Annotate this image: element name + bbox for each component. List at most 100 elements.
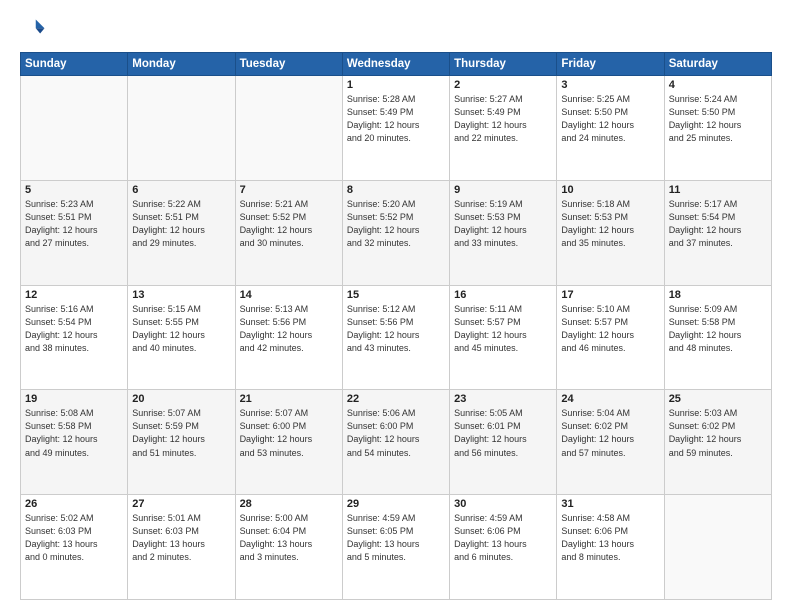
day-info: Sunrise: 5:22 AM Sunset: 5:51 PM Dayligh… <box>132 198 230 250</box>
calendar-cell: 18 Sunrise: 5:09 AM Sunset: 5:58 PM Dayli… <box>664 285 771 390</box>
calendar-header-monday: Monday <box>128 53 235 76</box>
day-info: Sunrise: 5:19 AM Sunset: 5:53 PM Dayligh… <box>454 198 552 250</box>
day-number: 25 <box>669 393 767 405</box>
calendar-week-2: 5 Sunrise: 5:23 AM Sunset: 5:51 PM Daylig… <box>21 180 772 285</box>
calendar-cell: 13 Sunrise: 5:15 AM Sunset: 5:55 PM Dayli… <box>128 285 235 390</box>
day-number: 4 <box>669 79 767 91</box>
day-number: 7 <box>240 184 338 196</box>
day-info: Sunrise: 5:25 AM Sunset: 5:50 PM Dayligh… <box>561 93 659 145</box>
day-number: 13 <box>132 289 230 301</box>
day-number: 22 <box>347 393 445 405</box>
day-number: 8 <box>347 184 445 196</box>
day-number: 26 <box>25 498 123 510</box>
calendar-cell: 25 Sunrise: 5:03 AM Sunset: 6:02 PM Dayli… <box>664 390 771 495</box>
day-info: Sunrise: 5:15 AM Sunset: 5:55 PM Dayligh… <box>132 303 230 355</box>
day-number: 17 <box>561 289 659 301</box>
calendar-header-sunday: Sunday <box>21 53 128 76</box>
day-info: Sunrise: 5:10 AM Sunset: 5:57 PM Dayligh… <box>561 303 659 355</box>
day-number: 20 <box>132 393 230 405</box>
calendar-cell: 28 Sunrise: 5:00 AM Sunset: 6:04 PM Dayli… <box>235 495 342 600</box>
calendar-cell: 24Sunrise: 5:04 AM Sunset: 6:02 PM Dayli… <box>557 390 664 495</box>
calendar-header-row: SundayMondayTuesdayWednesdayThursdayFrid… <box>21 53 772 76</box>
day-number: 2 <box>454 79 552 91</box>
day-info: Sunrise: 5:05 AM Sunset: 6:01 PM Dayligh… <box>454 407 552 459</box>
day-info: Sunrise: 5:17 AM Sunset: 5:54 PM Dayligh… <box>669 198 767 250</box>
calendar-table: SundayMondayTuesdayWednesdayThursdayFrid… <box>20 52 772 600</box>
day-info: Sunrise: 4:59 AM Sunset: 6:06 PM Dayligh… <box>454 512 552 564</box>
day-info: Sunrise: 5:28 AM Sunset: 5:49 PM Dayligh… <box>347 93 445 145</box>
day-number: 15 <box>347 289 445 301</box>
day-number: 14 <box>240 289 338 301</box>
calendar-header-saturday: Saturday <box>664 53 771 76</box>
day-info: Sunrise: 5:09 AM Sunset: 5:58 PM Dayligh… <box>669 303 767 355</box>
day-number: 31 <box>561 498 659 510</box>
calendar-cell: 7 Sunrise: 5:21 AM Sunset: 5:52 PM Daylig… <box>235 180 342 285</box>
day-number: 16 <box>454 289 552 301</box>
calendar-week-3: 12Sunrise: 5:16 AM Sunset: 5:54 PM Dayli… <box>21 285 772 390</box>
day-info: Sunrise: 5:27 AM Sunset: 5:49 PM Dayligh… <box>454 93 552 145</box>
day-number: 21 <box>240 393 338 405</box>
calendar-cell: 6 Sunrise: 5:22 AM Sunset: 5:51 PM Daylig… <box>128 180 235 285</box>
day-info: Sunrise: 5:20 AM Sunset: 5:52 PM Dayligh… <box>347 198 445 250</box>
calendar-cell: 1 Sunrise: 5:28 AM Sunset: 5:49 PM Daylig… <box>342 76 449 181</box>
logo <box>20 16 52 44</box>
day-number: 29 <box>347 498 445 510</box>
calendar-cell: 5 Sunrise: 5:23 AM Sunset: 5:51 PM Daylig… <box>21 180 128 285</box>
calendar-cell: 14 Sunrise: 5:13 AM Sunset: 5:56 PM Dayli… <box>235 285 342 390</box>
day-number: 28 <box>240 498 338 510</box>
calendar-cell: 2 Sunrise: 5:27 AM Sunset: 5:49 PM Daylig… <box>450 76 557 181</box>
calendar-cell: 11Sunrise: 5:17 AM Sunset: 5:54 PM Dayli… <box>664 180 771 285</box>
header <box>20 16 772 44</box>
day-number: 30 <box>454 498 552 510</box>
calendar-cell <box>128 76 235 181</box>
day-number: 1 <box>347 79 445 91</box>
day-info: Sunrise: 5:24 AM Sunset: 5:50 PM Dayligh… <box>669 93 767 145</box>
day-number: 6 <box>132 184 230 196</box>
calendar-cell: 27 Sunrise: 5:01 AM Sunset: 6:03 PM Dayli… <box>128 495 235 600</box>
calendar-header-friday: Friday <box>557 53 664 76</box>
calendar-header-tuesday: Tuesday <box>235 53 342 76</box>
day-info: Sunrise: 5:02 AM Sunset: 6:03 PM Dayligh… <box>25 512 123 564</box>
calendar-cell: 19 Sunrise: 5:08 AM Sunset: 5:58 PM Dayli… <box>21 390 128 495</box>
day-number: 27 <box>132 498 230 510</box>
day-number: 5 <box>25 184 123 196</box>
day-info: Sunrise: 5:21 AM Sunset: 5:52 PM Dayligh… <box>240 198 338 250</box>
calendar-cell: 21Sunrise: 5:07 AM Sunset: 6:00 PM Dayli… <box>235 390 342 495</box>
day-info: Sunrise: 5:23 AM Sunset: 5:51 PM Dayligh… <box>25 198 123 250</box>
day-info: Sunrise: 5:03 AM Sunset: 6:02 PM Dayligh… <box>669 407 767 459</box>
calendar-cell: 8 Sunrise: 5:20 AM Sunset: 5:52 PM Daylig… <box>342 180 449 285</box>
page: SundayMondayTuesdayWednesdayThursdayFrid… <box>0 0 792 612</box>
day-info: Sunrise: 4:58 AM Sunset: 6:06 PM Dayligh… <box>561 512 659 564</box>
day-info: Sunrise: 5:16 AM Sunset: 5:54 PM Dayligh… <box>25 303 123 355</box>
calendar-cell: 10Sunrise: 5:18 AM Sunset: 5:53 PM Dayli… <box>557 180 664 285</box>
calendar-cell: 15 Sunrise: 5:12 AM Sunset: 5:56 PM Dayli… <box>342 285 449 390</box>
day-number: 18 <box>669 289 767 301</box>
day-number: 10 <box>561 184 659 196</box>
calendar-cell: 3 Sunrise: 5:25 AM Sunset: 5:50 PM Daylig… <box>557 76 664 181</box>
calendar-cell <box>235 76 342 181</box>
day-info: Sunrise: 5:06 AM Sunset: 6:00 PM Dayligh… <box>347 407 445 459</box>
day-number: 24 <box>561 393 659 405</box>
calendar-cell: 23Sunrise: 5:05 AM Sunset: 6:01 PM Dayli… <box>450 390 557 495</box>
day-info: Sunrise: 5:11 AM Sunset: 5:57 PM Dayligh… <box>454 303 552 355</box>
calendar-cell: 20 Sunrise: 5:07 AM Sunset: 5:59 PM Dayli… <box>128 390 235 495</box>
calendar-cell: 26 Sunrise: 5:02 AM Sunset: 6:03 PM Dayli… <box>21 495 128 600</box>
calendar-header-wednesday: Wednesday <box>342 53 449 76</box>
day-info: Sunrise: 4:59 AM Sunset: 6:05 PM Dayligh… <box>347 512 445 564</box>
calendar-cell: 29 Sunrise: 4:59 AM Sunset: 6:05 PM Dayli… <box>342 495 449 600</box>
day-number: 3 <box>561 79 659 91</box>
day-info: Sunrise: 5:00 AM Sunset: 6:04 PM Dayligh… <box>240 512 338 564</box>
calendar-cell: 31 Sunrise: 4:58 AM Sunset: 6:06 PM Dayli… <box>557 495 664 600</box>
day-info: Sunrise: 5:12 AM Sunset: 5:56 PM Dayligh… <box>347 303 445 355</box>
calendar-cell: 22 Sunrise: 5:06 AM Sunset: 6:00 PM Dayli… <box>342 390 449 495</box>
logo-icon <box>20 16 48 44</box>
day-info: Sunrise: 5:08 AM Sunset: 5:58 PM Dayligh… <box>25 407 123 459</box>
calendar-header-thursday: Thursday <box>450 53 557 76</box>
calendar-cell: 17 Sunrise: 5:10 AM Sunset: 5:57 PM Dayli… <box>557 285 664 390</box>
calendar-cell: 16 Sunrise: 5:11 AM Sunset: 5:57 PM Dayli… <box>450 285 557 390</box>
day-number: 19 <box>25 393 123 405</box>
day-info: Sunrise: 5:07 AM Sunset: 5:59 PM Dayligh… <box>132 407 230 459</box>
day-number: 9 <box>454 184 552 196</box>
day-info: Sunrise: 5:13 AM Sunset: 5:56 PM Dayligh… <box>240 303 338 355</box>
day-info: Sunrise: 5:01 AM Sunset: 6:03 PM Dayligh… <box>132 512 230 564</box>
